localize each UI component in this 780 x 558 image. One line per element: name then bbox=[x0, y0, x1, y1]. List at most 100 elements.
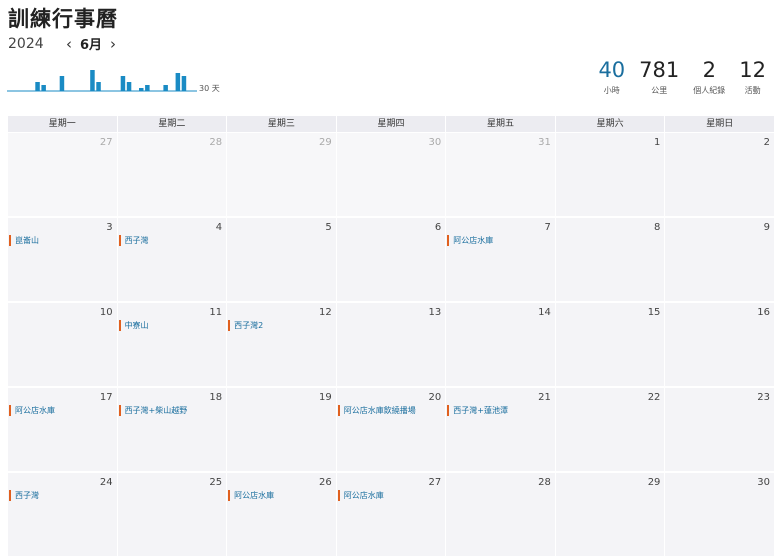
stat-value: 40 bbox=[598, 58, 626, 82]
calendar-day[interactable]: 17 阿公店水庫 bbox=[8, 388, 117, 471]
day-number: 8 bbox=[654, 222, 661, 233]
month-label: 6月 bbox=[80, 38, 103, 53]
stat-label: 公里 bbox=[651, 86, 668, 95]
day-number: 27 bbox=[99, 137, 113, 148]
calendar-day[interactable]: 18 西子灣+柴山越野 bbox=[117, 388, 227, 471]
stat-item: 40 小時 bbox=[584, 58, 625, 96]
calendar-day[interactable]: 9 bbox=[665, 218, 774, 301]
calendar-day[interactable]: 29 bbox=[227, 133, 336, 216]
calendar-day[interactable]: 5 bbox=[227, 218, 336, 301]
mini-chart-bar bbox=[126, 82, 132, 91]
activity-event[interactable]: 中寮山 bbox=[118, 320, 225, 331]
day-number: 18 bbox=[209, 392, 223, 403]
calendar-day[interactable]: 3 崑崙山 bbox=[8, 218, 117, 301]
calendar-day[interactable]: 16 bbox=[665, 303, 774, 386]
month-navigator: ‹ 6月 › bbox=[66, 34, 116, 54]
calendar-day[interactable]: 4 西子灣 bbox=[117, 218, 227, 301]
day-number: 20 bbox=[428, 392, 442, 403]
mini-chart-bar bbox=[145, 85, 150, 91]
calendar-day[interactable]: 8 bbox=[555, 218, 665, 301]
calendar-grid: 27 28 29 30 31 1 2 3 崑崙山 4 西子灣 5 6 7 阿公店水庫 8 9 10 11 中寮山 12 西… bbox=[8, 133, 774, 556]
calendar-day[interactable]: 21 西子灣+蓮池潭 bbox=[446, 388, 555, 471]
activity-event[interactable]: 阿公店水庫飲繞播場 bbox=[337, 405, 444, 416]
calendar-day[interactable]: 27 阿公店水庫 bbox=[336, 473, 446, 556]
mini-chart-label: 30 天 bbox=[199, 84, 220, 93]
weekday-header: 星期一 星期二 星期三 星期四 星期五 星期六 星期日 bbox=[8, 116, 774, 132]
calendar-day[interactable]: 27 bbox=[8, 133, 117, 216]
stat-item: 2 個人紀錄 bbox=[679, 58, 725, 96]
calendar-day[interactable]: 20 阿公店水庫飲繞播場 bbox=[336, 388, 446, 471]
stat-value: 12 bbox=[739, 58, 766, 82]
day-number: 25 bbox=[209, 477, 223, 488]
weekday-label: 星期四 bbox=[336, 116, 446, 132]
day-number: 5 bbox=[325, 222, 332, 233]
stat-label: 個人紀錄 bbox=[693, 86, 726, 95]
day-number: 16 bbox=[757, 307, 770, 318]
calendar-day[interactable]: 24 西子灣 bbox=[8, 473, 117, 556]
chevron-right-icon[interactable]: › bbox=[110, 35, 116, 53]
day-number: 6 bbox=[434, 222, 442, 233]
calendar-day[interactable]: 29 bbox=[555, 473, 665, 556]
day-number: 17 bbox=[99, 392, 113, 403]
calendar-day[interactable]: 14 bbox=[446, 303, 555, 386]
day-number: 26 bbox=[318, 477, 332, 488]
calendar-day[interactable]: 11 中寮山 bbox=[117, 303, 227, 386]
activity-event[interactable]: 西子灣 bbox=[118, 235, 225, 246]
activity-event[interactable]: 阿公店水庫 bbox=[9, 405, 115, 416]
stat-item: 781 公里 bbox=[625, 58, 679, 96]
activity-event[interactable]: 崑崙山 bbox=[9, 235, 115, 246]
activity-event[interactable]: 西子灣 bbox=[9, 490, 115, 501]
calendar-day[interactable]: 22 bbox=[555, 388, 665, 471]
day-number: 28 bbox=[209, 137, 223, 148]
weekday-label: 星期五 bbox=[446, 116, 555, 132]
stat-label: 活動 bbox=[744, 86, 761, 95]
activity-event[interactable]: 西子灣+蓮池潭 bbox=[447, 405, 553, 416]
activity-event[interactable]: 西子灣2 bbox=[228, 320, 334, 331]
day-number: 9 bbox=[763, 222, 770, 233]
activity-event[interactable]: 阿公店水庫 bbox=[337, 490, 444, 501]
day-number: 7 bbox=[544, 222, 551, 233]
day-number: 28 bbox=[538, 477, 551, 488]
day-number: 29 bbox=[318, 137, 332, 148]
calendar-day[interactable]: 7 阿公店水庫 bbox=[446, 218, 555, 301]
calendar-day[interactable]: 25 bbox=[117, 473, 227, 556]
weekday-label: 星期一 bbox=[8, 116, 117, 132]
day-number: 1 bbox=[654, 137, 661, 148]
calendar-day[interactable]: 26 阿公店水庫 bbox=[227, 473, 336, 556]
day-number: 31 bbox=[538, 137, 551, 148]
calendar-day[interactable]: 28 bbox=[117, 133, 227, 216]
activity-event[interactable]: 西子灣+柴山越野 bbox=[118, 405, 225, 416]
calendar-day[interactable]: 13 bbox=[336, 303, 446, 386]
stat-value: 781 bbox=[639, 58, 680, 82]
mini-chart-bar bbox=[96, 82, 101, 91]
activity-event[interactable]: 阿公店水庫 bbox=[447, 235, 553, 246]
calendar-day[interactable]: 30 bbox=[665, 473, 774, 556]
activity-event[interactable]: 阿公店水庫 bbox=[228, 490, 334, 501]
day-number: 24 bbox=[99, 477, 113, 488]
mini-chart-bar bbox=[120, 76, 126, 91]
calendar-day[interactable]: 15 bbox=[555, 303, 665, 386]
calendar-day[interactable]: 1 bbox=[555, 133, 665, 216]
calendar-day[interactable]: 10 bbox=[8, 303, 117, 386]
day-number: 12 bbox=[318, 307, 332, 318]
chevron-left-icon[interactable]: ‹ bbox=[66, 35, 72, 53]
day-number: 27 bbox=[428, 477, 442, 488]
day-number: 4 bbox=[215, 222, 223, 233]
calendar: 星期一 星期二 星期三 星期四 星期五 星期六 星期日 27 28 29 30 31 1 2 3 崑崙山 4 西… bbox=[8, 116, 774, 556]
weekday-label: 星期六 bbox=[555, 116, 665, 132]
calendar-day[interactable]: 31 bbox=[446, 133, 555, 216]
calendar-day[interactable]: 30 bbox=[336, 133, 446, 216]
mini-chart-bar bbox=[35, 82, 40, 91]
day-number: 10 bbox=[99, 307, 113, 318]
calendar-day[interactable]: 12 西子灣2 bbox=[227, 303, 336, 386]
day-number: 23 bbox=[757, 392, 770, 403]
calendar-day[interactable]: 19 bbox=[227, 388, 336, 471]
day-number: 30 bbox=[757, 477, 770, 488]
calendar-day[interactable]: 6 bbox=[336, 218, 446, 301]
mini-chart-bar bbox=[175, 73, 181, 91]
calendar-day[interactable]: 2 bbox=[665, 133, 774, 216]
activity-mini-chart: 30 天 bbox=[7, 70, 220, 93]
calendar-day[interactable]: 23 bbox=[665, 388, 774, 471]
day-number: 14 bbox=[538, 307, 551, 318]
calendar-day[interactable]: 28 bbox=[446, 473, 555, 556]
